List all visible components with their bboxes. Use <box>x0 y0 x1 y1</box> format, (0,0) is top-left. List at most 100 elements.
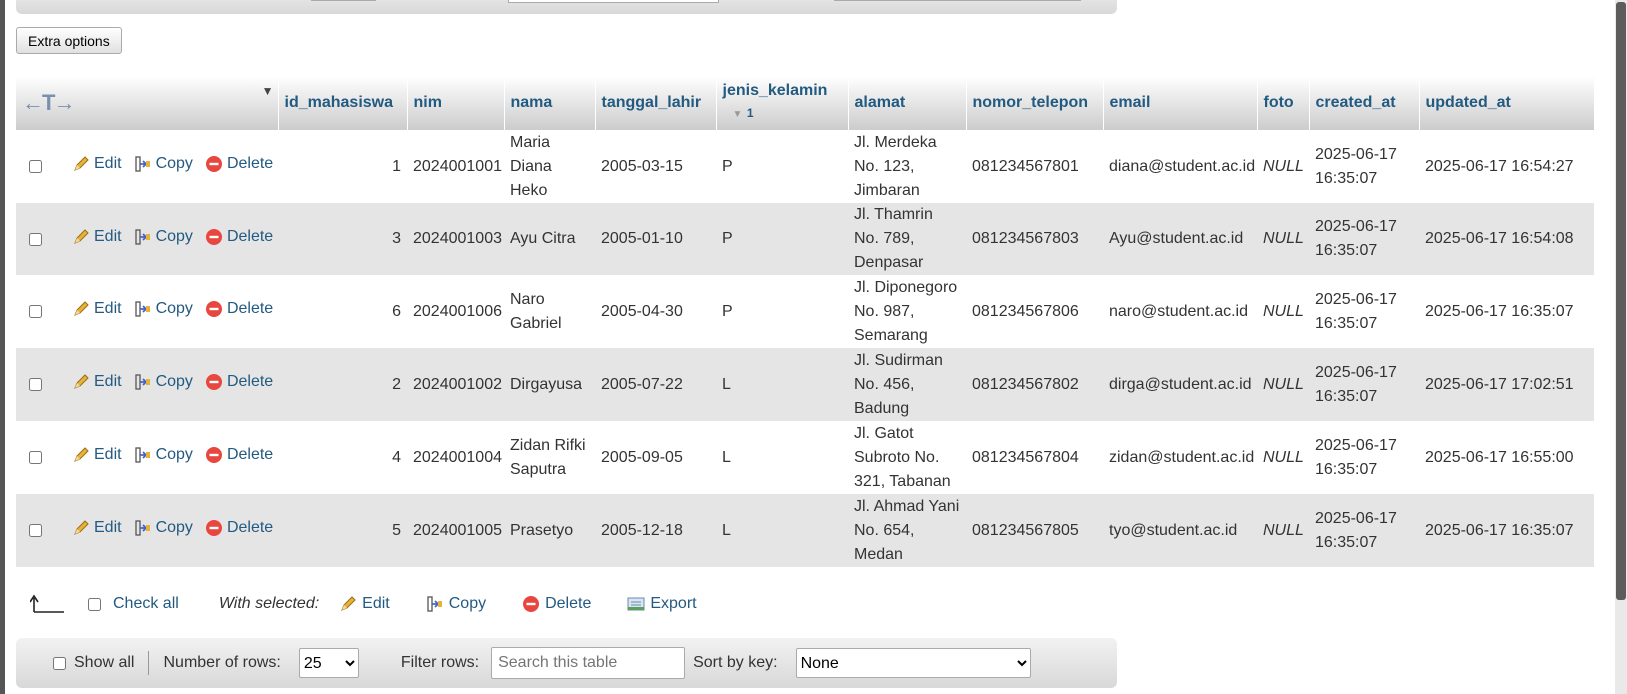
column-header-link[interactable]: updated_at <box>1426 94 1511 111</box>
cell-nama[interactable]: Ayu Citra <box>504 203 595 275</box>
cell-nama[interactable]: Prasetyo <box>504 494 595 567</box>
cell-nim[interactable]: 2024001004 <box>407 421 504 494</box>
vertical-scrollbar[interactable] <box>1615 0 1627 694</box>
copy-button[interactable]: Copy <box>134 297 193 321</box>
delete-button[interactable]: Delete <box>205 370 273 394</box>
edit-button[interactable]: Edit <box>72 370 122 394</box>
row-checkbox[interactable] <box>29 451 42 464</box>
cell-email[interactable]: naro@student.ac.id <box>1103 275 1257 348</box>
cell-id[interactable]: 2 <box>278 348 407 421</box>
cell-updated-at[interactable]: 2025-06-17 16:54:27 <box>1419 130 1594 203</box>
check-all-link[interactable]: Check all <box>113 595 179 613</box>
cell-foto[interactable]: NULL <box>1257 421 1309 494</box>
cell-id[interactable]: 1 <box>278 130 407 203</box>
column-header[interactable]: email <box>1103 76 1258 130</box>
table-row[interactable]: Edit Copy Delete 5 2024001005 Prasetyo 2005-12… <box>16 494 1594 567</box>
delete-button[interactable]: Delete <box>205 152 273 176</box>
top-filter-input[interactable] <box>508 0 719 3</box>
filter-rows-input[interactable] <box>491 647 686 679</box>
extra-options-button[interactable]: Extra options <box>16 27 122 54</box>
cell-nomor-telepon[interactable]: 081234567805 <box>966 494 1103 567</box>
row-checkbox[interactable] <box>29 160 42 173</box>
show-all-label[interactable]: Show all <box>74 654 134 672</box>
cell-nim[interactable]: 2024001001 <box>407 130 504 203</box>
cell-jenis-kelamin[interactable]: P <box>716 275 848 348</box>
cell-email[interactable]: tyo@student.ac.id <box>1103 494 1257 567</box>
row-checkbox[interactable] <box>29 232 42 246</box>
cell-created-at[interactable]: 2025-06-17 16:35:07 <box>1309 203 1419 275</box>
cell-nomor-telepon[interactable]: 081234567803 <box>966 203 1103 275</box>
row-checkbox[interactable] <box>29 524 42 537</box>
cell-jenis-kelamin[interactable]: L <box>716 421 848 494</box>
cell-alamat[interactable]: Jl. Ahmad Yani No. 654, Medan <box>848 494 966 567</box>
sort-descending-icon[interactable]: ▼ <box>733 109 743 120</box>
column-header[interactable]: id_mahasiswa <box>278 76 408 130</box>
edit-button[interactable]: Edit <box>72 516 122 540</box>
sort-by-key-select[interactable]: None <box>795 648 1031 678</box>
delete-button[interactable]: Delete <box>205 443 273 467</box>
cell-nim[interactable]: 2024001003 <box>407 203 504 275</box>
column-header-link[interactable]: tanggal_lahir <box>602 94 702 111</box>
column-header[interactable]: tanggal_lahir <box>595 76 717 130</box>
cell-jenis-kelamin[interactable]: P <box>716 203 848 275</box>
cell-nim[interactable]: 2024001005 <box>407 494 504 567</box>
check-all-checkbox[interactable] <box>88 597 101 611</box>
cell-email[interactable]: diana@student.ac.id <box>1103 130 1257 203</box>
cell-jenis-kelamin[interactable]: P <box>716 130 848 203</box>
cell-tanggal-lahir[interactable]: 2005-03-15 <box>595 130 716 203</box>
cell-email[interactable]: dirga@student.ac.id <box>1103 348 1257 421</box>
left-right-arrows-icon[interactable]: ←T→ <box>22 90 75 115</box>
column-header-link[interactable]: id_mahasiswa <box>285 94 394 111</box>
cell-created-at[interactable]: 2025-06-17 16:35:07 <box>1309 348 1419 421</box>
edit-button[interactable]: Edit <box>72 152 122 176</box>
column-header[interactable]: nim <box>407 76 505 130</box>
cell-created-at[interactable]: 2025-06-17 16:35:07 <box>1309 130 1419 203</box>
cell-updated-at[interactable]: 2025-06-17 16:55:00 <box>1419 421 1594 494</box>
dropdown-triangle-icon[interactable]: ▼ <box>262 84 274 98</box>
cell-tanggal-lahir[interactable]: 2005-12-18 <box>595 494 716 567</box>
column-header[interactable]: foto <box>1257 76 1310 130</box>
edit-button[interactable]: Edit <box>72 297 122 321</box>
table-row[interactable]: Edit Copy Delete 2 2024001002 Dirgayusa 2005-0… <box>16 348 1594 421</box>
copy-button[interactable]: Copy <box>134 225 193 249</box>
copy-button[interactable]: Copy <box>134 443 193 467</box>
column-header[interactable]: updated_at <box>1419 76 1595 130</box>
cell-created-at[interactable]: 2025-06-17 16:35:07 <box>1309 275 1419 348</box>
cell-nama[interactable]: Zidan Rifki Saputra <box>504 421 595 494</box>
cell-alamat[interactable]: Jl. Merdeka No. 123, Jimbaran <box>848 130 966 203</box>
column-header-link[interactable]: nomor_telepon <box>973 94 1089 111</box>
column-header-link[interactable]: nama <box>511 94 553 111</box>
cell-nomor-telepon[interactable]: 081234567801 <box>966 130 1103 203</box>
cell-alamat[interactable]: Jl. Gatot Subroto No. 321, Tabanan <box>848 421 966 494</box>
bulk-delete-button[interactable]: Delete <box>522 595 591 613</box>
show-all-checkbox[interactable] <box>53 656 66 670</box>
cell-updated-at[interactable]: 2025-06-17 17:02:51 <box>1419 348 1594 421</box>
cell-alamat[interactable]: Jl. Thamrin No. 789, Denpasar <box>848 203 966 275</box>
cell-foto[interactable]: NULL <box>1257 203 1309 275</box>
cell-alamat[interactable]: Jl. Diponegoro No. 987, Semarang <box>848 275 966 348</box>
table-row[interactable]: Edit Copy Delete 4 2024001004 Zidan Rifki Sap… <box>16 421 1594 494</box>
cell-updated-at[interactable]: 2025-06-17 16:35:07 <box>1419 494 1594 567</box>
bulk-export-button[interactable]: Export <box>627 595 697 613</box>
cell-alamat[interactable]: Jl. Sudirman No. 456, Badung <box>848 348 966 421</box>
cell-updated-at[interactable]: 2025-06-17 16:54:08 <box>1419 203 1594 275</box>
column-header[interactable]: nomor_telepon <box>966 76 1104 130</box>
column-header-link[interactable]: jenis_kelamin <box>723 82 828 99</box>
column-header-link[interactable]: nim <box>414 94 442 111</box>
delete-button[interactable]: Delete <box>205 225 273 249</box>
table-row[interactable]: Edit Copy Delete 6 2024001006 Naro Gabriel 200… <box>16 275 1594 348</box>
edit-button[interactable]: Edit <box>72 443 122 467</box>
row-checkbox[interactable] <box>29 305 42 318</box>
row-checkbox[interactable] <box>29 378 42 391</box>
cell-email[interactable]: zidan@student.ac.id <box>1103 421 1257 494</box>
column-header[interactable]: alamat <box>848 76 967 130</box>
table-row[interactable]: Edit Copy Delete 1 2024001001 Maria Diana Hek… <box>16 130 1594 203</box>
table-row[interactable]: Edit Copy Delete 3 2024001003 Ayu Citra 2005-0… <box>16 203 1594 275</box>
cell-foto[interactable]: NULL <box>1257 348 1309 421</box>
delete-button[interactable]: Delete <box>205 297 273 321</box>
cell-foto[interactable]: NULL <box>1257 494 1309 567</box>
cell-tanggal-lahir[interactable]: 2005-01-10 <box>595 203 716 275</box>
cell-tanggal-lahir[interactable]: 2005-04-30 <box>595 275 716 348</box>
cell-nama[interactable]: Dirgayusa <box>504 348 595 421</box>
bulk-copy-button[interactable]: Copy <box>426 595 486 613</box>
